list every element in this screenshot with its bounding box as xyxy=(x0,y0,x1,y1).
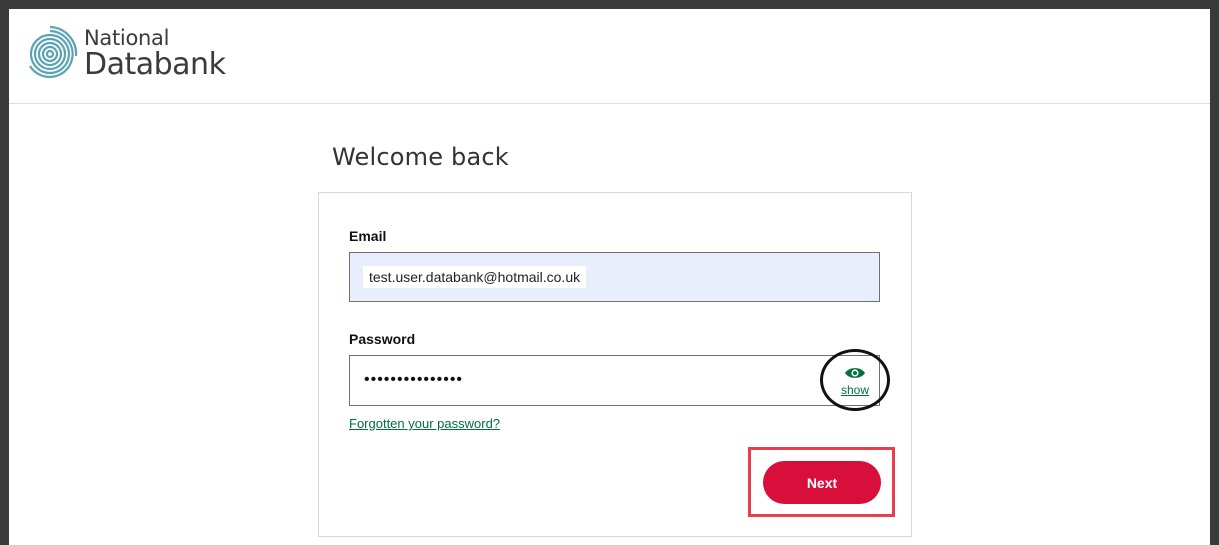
email-value: test.user.databank@hotmail.co.uk xyxy=(363,266,587,288)
brand-name-line2: Databank xyxy=(84,47,226,82)
email-field[interactable]: test.user.databank@hotmail.co.uk xyxy=(349,252,880,302)
password-value: ••••••••••••••• xyxy=(364,371,464,388)
password-field[interactable]: ••••••••••••••• xyxy=(349,355,880,406)
show-password-toggle[interactable]: show xyxy=(820,349,890,411)
brand-name: National Databank xyxy=(84,26,226,82)
email-label: Email xyxy=(349,228,387,244)
site-header: National Databank xyxy=(9,9,1210,104)
password-label: Password xyxy=(349,331,416,347)
brand-name-line1: National xyxy=(84,26,170,50)
show-password-label: show xyxy=(840,382,869,397)
fingerprint-icon xyxy=(18,24,78,84)
eye-icon xyxy=(844,364,866,380)
next-button[interactable]: Next xyxy=(763,461,881,504)
page-title: Welcome back xyxy=(332,143,509,171)
forgot-password-link[interactable]: Forgotten your password? xyxy=(349,416,500,431)
brand-logo[interactable]: National Databank xyxy=(18,24,226,84)
